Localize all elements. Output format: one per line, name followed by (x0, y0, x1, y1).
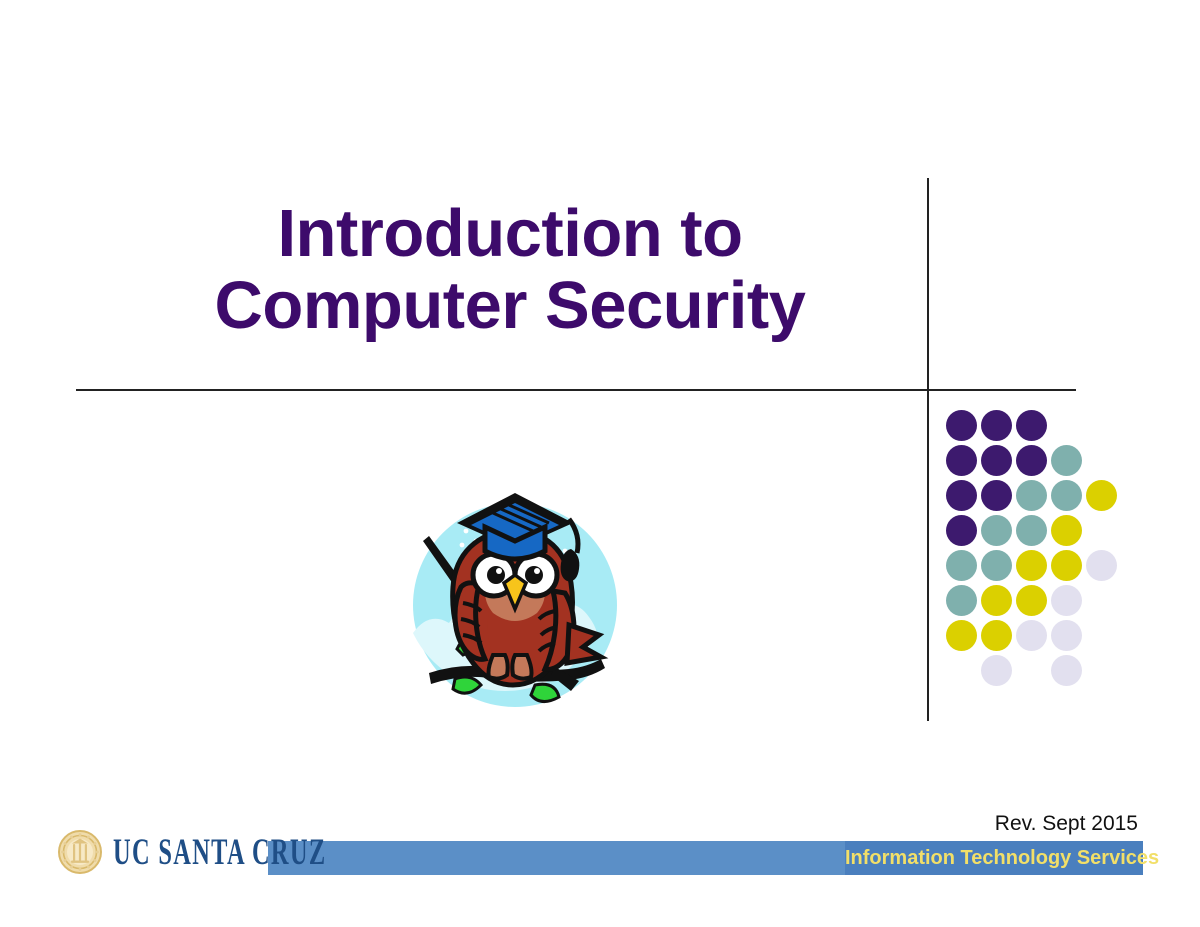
decorative-dot (1051, 655, 1082, 686)
title-line-2: Computer Security (214, 268, 806, 343)
uc-santa-cruz-wordmark: UC SANTA CRUZ (113, 831, 327, 873)
decorative-dot (1016, 620, 1047, 651)
vertical-divider (927, 178, 929, 721)
decorative-dot (946, 480, 977, 511)
decorative-dot (981, 480, 1012, 511)
department-label: Information Technology Services (845, 847, 1160, 869)
decorative-dot (1016, 410, 1047, 441)
decorative-dot (1051, 585, 1082, 616)
decorative-dot (946, 515, 977, 546)
decorative-dot (981, 515, 1012, 546)
decorative-dot (1051, 515, 1082, 546)
decorative-dot (946, 410, 977, 441)
decorative-dot (946, 585, 977, 616)
presentation-slide: Introduction to Computer Security Rev. S… (0, 0, 1200, 927)
decorative-dot (1016, 550, 1047, 581)
decorative-dot (1051, 445, 1082, 476)
uc-santa-cruz-seal-icon (58, 830, 102, 874)
decorative-dot (981, 445, 1012, 476)
decorative-dot (1016, 515, 1047, 546)
decorative-dot (946, 620, 977, 651)
uc-santa-cruz-logo: UC SANTA CRUZ (58, 826, 436, 878)
horizontal-divider (76, 389, 1076, 391)
decorative-dot (981, 655, 1012, 686)
decorative-dot (1016, 480, 1047, 511)
title-line-1: Introduction to (277, 196, 743, 271)
decorative-dot (981, 585, 1012, 616)
graduate-owl-icon (405, 483, 625, 711)
decorative-dot (1086, 480, 1117, 511)
decorative-dot (981, 620, 1012, 651)
decorative-dot (1016, 585, 1047, 616)
decorative-dot (946, 445, 977, 476)
decorative-dot (981, 550, 1012, 581)
decorative-dot (946, 550, 977, 581)
decorative-dot (1051, 550, 1082, 581)
slide-title: Introduction to Computer Security (110, 198, 910, 342)
decorative-dot (1051, 480, 1082, 511)
decorative-dot (1016, 445, 1047, 476)
decorative-dot (1051, 620, 1082, 651)
decorative-dot (1086, 550, 1117, 581)
dot-grid-decoration (946, 410, 1122, 686)
decorative-dot (981, 410, 1012, 441)
revision-note: Rev. Sept 2015 (994, 812, 1138, 835)
